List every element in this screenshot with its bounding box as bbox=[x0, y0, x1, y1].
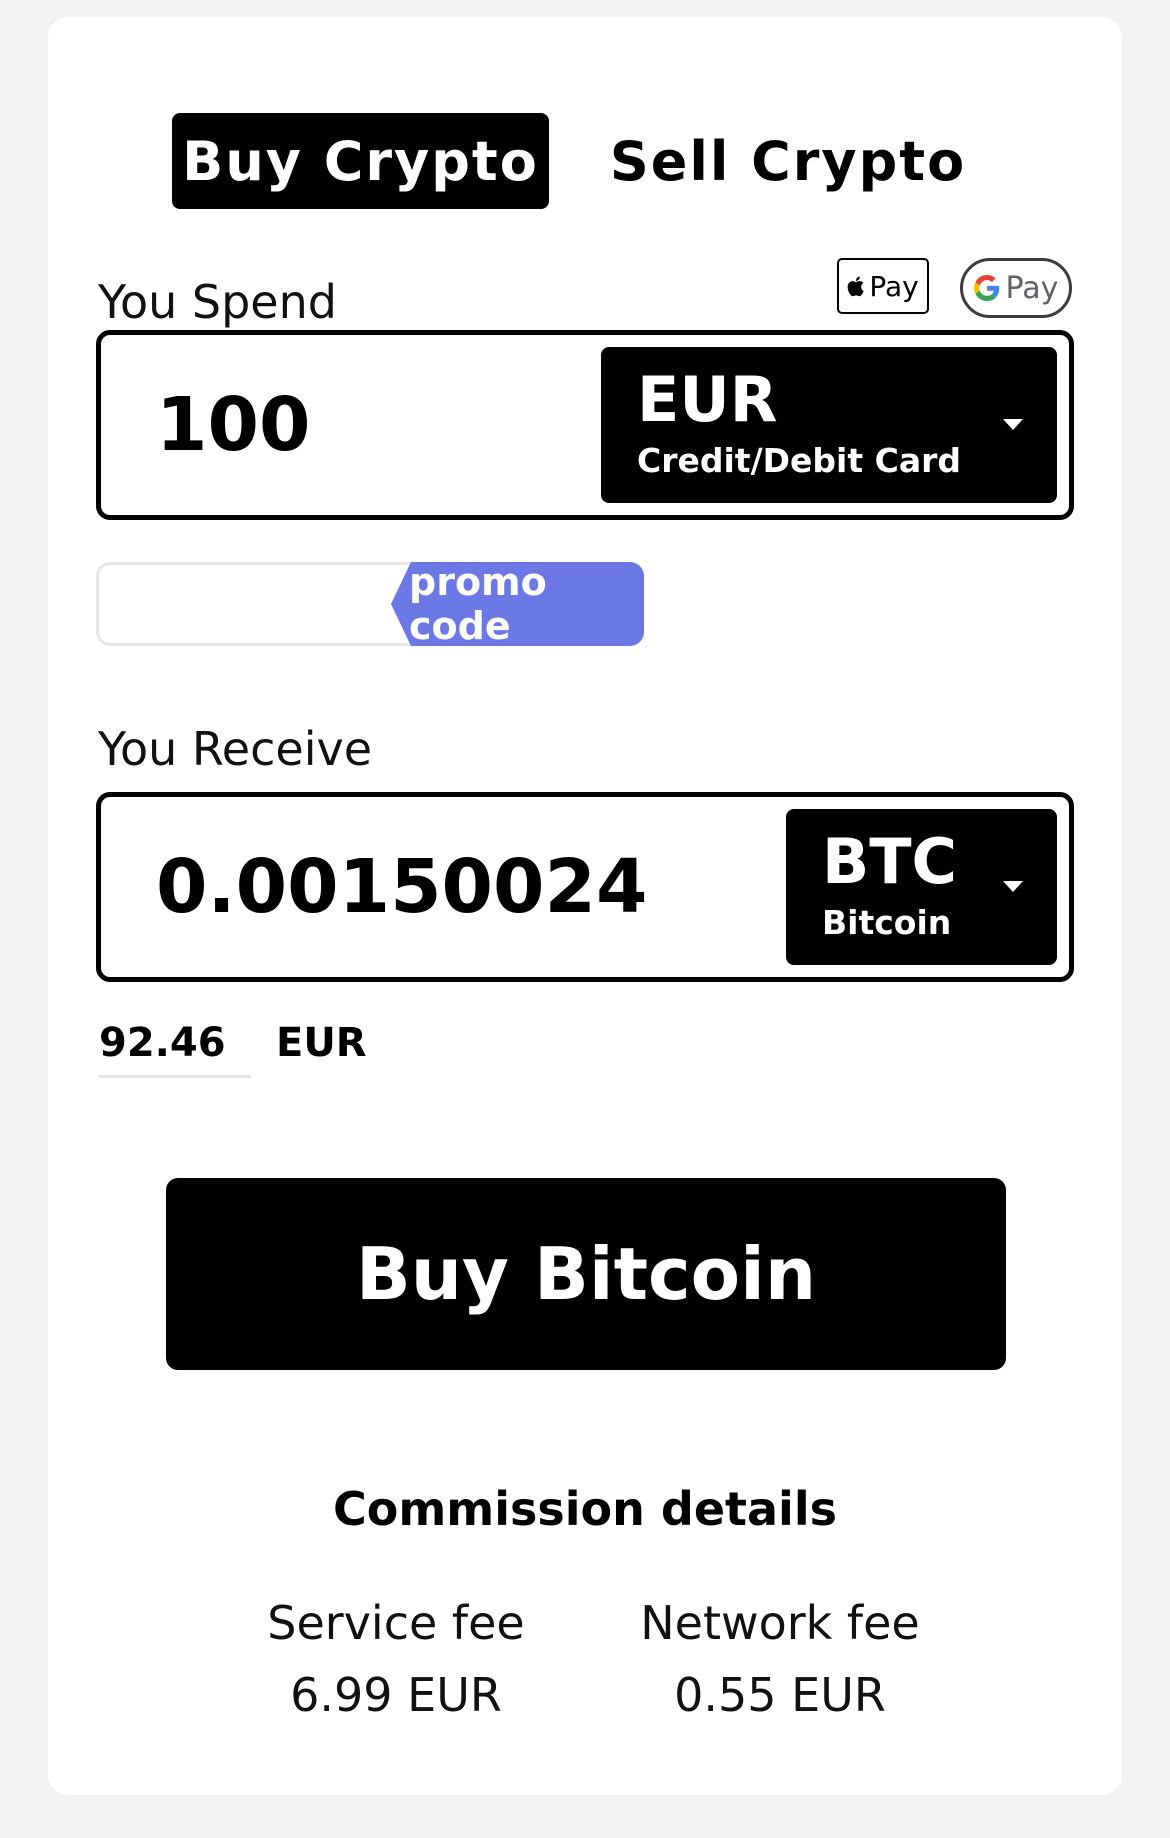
promo-code-button[interactable]: promo code bbox=[391, 562, 644, 646]
receive-currency-select[interactable]: BTC Bitcoin bbox=[786, 809, 1057, 965]
buy-bitcoin-button[interactable]: Buy Bitcoin bbox=[166, 1178, 1006, 1370]
network-fee-label: Network fee bbox=[640, 1596, 920, 1650]
conversion-amount: 92.46 bbox=[99, 1020, 251, 1078]
service-fee-label: Service fee bbox=[267, 1596, 525, 1650]
commission-details-title: Commission details bbox=[333, 1482, 837, 1536]
spend-currency-code: EUR bbox=[637, 363, 778, 436]
receive-amount-value[interactable]: 0.00150024 bbox=[156, 797, 648, 977]
google-pay-text: Pay bbox=[1005, 270, 1059, 306]
network-fee: Network fee 0.55 EUR bbox=[600, 1587, 960, 1731]
tab-sell-crypto[interactable]: Sell Crypto bbox=[608, 113, 968, 209]
payment-method-label: Credit/Debit Card bbox=[637, 441, 961, 480]
spend-amount-input[interactable]: 100 bbox=[156, 335, 310, 515]
spend-currency-select[interactable]: EUR Credit/Debit Card bbox=[601, 347, 1057, 503]
service-fee: Service fee 6.99 EUR bbox=[246, 1587, 546, 1731]
google-pay-badge: Pay bbox=[960, 258, 1072, 318]
conversion-currency: EUR bbox=[276, 1020, 367, 1066]
service-fee-value: 6.99 EUR bbox=[290, 1668, 502, 1722]
caret-down-icon bbox=[1003, 881, 1023, 892]
you-receive-label: You Receive bbox=[98, 722, 373, 776]
promo-code-input[interactable] bbox=[99, 565, 353, 645]
google-g-icon bbox=[973, 275, 999, 301]
receive-amount-field[interactable]: 0.00150024 BTC Bitcoin bbox=[96, 792, 1074, 982]
tab-buy-crypto[interactable]: Buy Crypto bbox=[172, 113, 549, 209]
you-spend-label: You Spend bbox=[98, 275, 337, 329]
exchange-widget: Buy Crypto Sell Crypto You Spend Pay Pay… bbox=[48, 17, 1122, 1795]
apple-icon bbox=[847, 276, 864, 297]
receive-currency-code: BTC bbox=[822, 825, 958, 898]
caret-down-icon bbox=[1003, 419, 1023, 430]
apple-pay-badge: Pay bbox=[837, 258, 929, 314]
network-fee-value: 0.55 EUR bbox=[674, 1668, 886, 1722]
receive-currency-name: Bitcoin bbox=[822, 903, 952, 942]
apple-pay-text: Pay bbox=[869, 269, 919, 303]
promo-code-field[interactable]: promo code bbox=[96, 562, 644, 646]
spend-amount-field[interactable]: 100 EUR Credit/Debit Card bbox=[96, 330, 1074, 520]
